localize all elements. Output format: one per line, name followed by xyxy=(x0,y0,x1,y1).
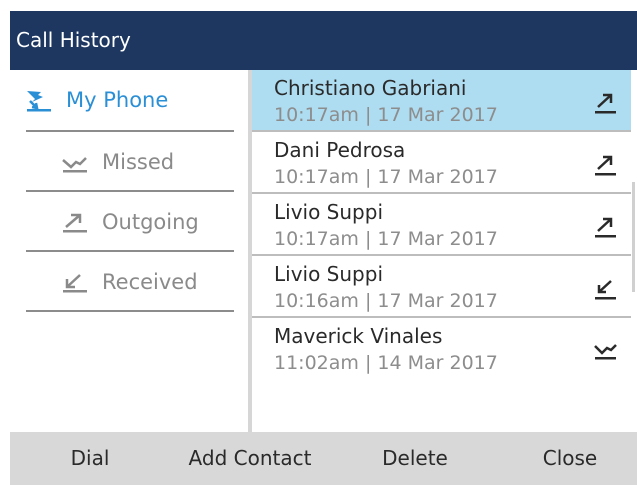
missed-call-icon xyxy=(60,150,90,174)
sidebar-item-missed[interactable]: Missed xyxy=(60,132,174,192)
delete-button[interactable]: Delete xyxy=(365,432,465,485)
sidebar-divider xyxy=(26,310,234,312)
add-contact-button[interactable]: Add Contact xyxy=(170,432,330,485)
call-timestamp: 10:17am | 17 Mar 2017 xyxy=(274,104,498,126)
list-scrollbar[interactable] xyxy=(631,70,637,432)
missed-call-icon xyxy=(593,338,619,364)
caller-name: Dani Pedrosa xyxy=(274,138,406,162)
received-call-icon xyxy=(60,270,90,294)
call-list: Christiano Gabriani 10:17am | 17 Mar 201… xyxy=(252,70,631,432)
sidebar-item-outgoing[interactable]: Outgoing xyxy=(60,192,199,252)
call-row[interactable]: Livio Suppi 10:17am | 17 Mar 2017 xyxy=(252,194,631,254)
phone-calls-icon xyxy=(24,88,54,112)
sidebar-item-received[interactable]: Received xyxy=(60,252,198,312)
call-history-screen: Call History My Phone Missed Outgoing Re… xyxy=(10,11,637,485)
softkey-bar: Dial Add Contact Delete Close xyxy=(10,432,637,485)
call-timestamp: 10:17am | 17 Mar 2017 xyxy=(274,166,498,188)
sidebar-item-label: Outgoing xyxy=(102,210,199,234)
sidebar-item-label: Received xyxy=(102,270,198,294)
call-timestamp: 10:17am | 17 Mar 2017 xyxy=(274,228,498,250)
close-button[interactable]: Close xyxy=(525,432,615,485)
scrollbar-thumb[interactable] xyxy=(632,182,635,292)
outgoing-call-icon xyxy=(60,210,90,234)
call-row[interactable]: Maverick Vinales 11:02am | 14 Mar 2017 xyxy=(252,318,631,378)
caller-name: Christiano Gabriani xyxy=(274,76,467,100)
call-timestamp: 10:16am | 17 Mar 2017 xyxy=(274,290,498,312)
caller-name: Livio Suppi xyxy=(274,262,384,286)
received-call-icon xyxy=(593,276,619,302)
call-row[interactable]: Dani Pedrosa 10:17am | 17 Mar 2017 xyxy=(252,132,631,192)
outgoing-call-icon xyxy=(593,152,619,178)
call-row[interactable]: Livio Suppi 10:16am | 17 Mar 2017 xyxy=(252,256,631,316)
call-timestamp: 11:02am | 14 Mar 2017 xyxy=(274,352,498,374)
sidebar-item-label: My Phone xyxy=(66,88,169,112)
page-title: Call History xyxy=(16,28,131,52)
dial-button[interactable]: Dial xyxy=(50,432,130,485)
call-filter-sidebar: My Phone Missed Outgoing Received xyxy=(10,70,248,432)
title-bar: Call History xyxy=(10,11,637,70)
call-row[interactable]: Christiano Gabriani 10:17am | 17 Mar 201… xyxy=(252,70,631,130)
sidebar-item-my-phone[interactable]: My Phone xyxy=(24,70,168,130)
caller-name: Maverick Vinales xyxy=(274,324,443,348)
outgoing-call-icon xyxy=(593,214,619,240)
caller-name: Livio Suppi xyxy=(274,200,384,224)
sidebar-item-label: Missed xyxy=(102,150,175,174)
outgoing-call-icon xyxy=(593,90,619,116)
